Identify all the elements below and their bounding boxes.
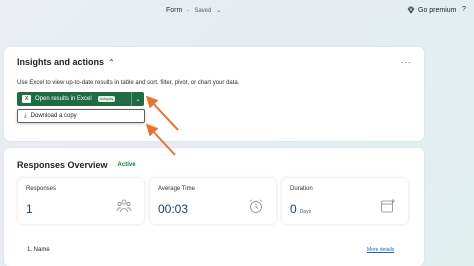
stat-unit: Days (299, 209, 312, 215)
more-details-link[interactable]: More details (367, 247, 394, 253)
more-options-button[interactable]: ... (401, 55, 412, 65)
title-separator: - (187, 7, 190, 14)
stat-label: Responses (26, 186, 57, 192)
top-bar: Form - Saved ⌄ Go premium ? (0, 0, 474, 24)
open-in-excel-label: Open results in Excel (35, 96, 92, 102)
open-in-excel-split-button: X Open results in Excel Autoplay ⌄ (17, 92, 144, 106)
insights-description: Use Excel to view up-to-date results in … (17, 80, 240, 86)
download-copy-menu-item[interactable]: ⤓ Download a copy (17, 109, 145, 123)
responses-header: Responses Overview Active (17, 160, 136, 170)
duration-stat-card: Duration 0 Days (282, 178, 408, 224)
calendar-add-icon (381, 199, 395, 213)
status-badge: Active (117, 162, 136, 168)
stat-label: Duration (290, 186, 313, 192)
stat-value: 0 Days (290, 202, 312, 216)
help-button[interactable]: ? (462, 6, 466, 13)
chevron-up-icon[interactable]: ⌃ (108, 58, 115, 67)
diamond-icon (407, 6, 415, 14)
download-icon: ⤓ (24, 112, 27, 119)
excel-options-dropdown-button[interactable]: ⌄ (131, 92, 144, 106)
open-in-excel-button[interactable]: X Open results in Excel Autoplay (17, 92, 131, 106)
form-title: Form (166, 7, 183, 14)
insights-header[interactable]: Insights and actions ⌃ (17, 57, 115, 67)
excel-badge: Autoplay (97, 96, 116, 102)
alarm-clock-icon (249, 199, 263, 213)
insights-card: Insights and actions ⌃ ... Use Excel to … (4, 47, 424, 141)
responses-stat-card: Responses 1 (18, 178, 144, 224)
insights-title: Insights and actions (17, 57, 105, 67)
question-title: 1. Name (27, 247, 50, 253)
chevron-down-icon[interactable]: ⌄ (216, 7, 221, 14)
stat-value: 00:03 (158, 202, 189, 216)
stat-value: 1 (26, 202, 33, 216)
go-premium-button[interactable]: Go premium (407, 6, 457, 14)
responses-overview-card: Responses Overview Active Responses 1 Av… (4, 148, 424, 266)
chevron-down-icon: ⌄ (135, 96, 141, 103)
document-title-area[interactable]: Form - Saved ⌄ (166, 7, 221, 14)
average-time-stat-card: Average Time 00:03 (150, 178, 276, 224)
responses-title: Responses Overview (17, 160, 108, 170)
excel-icon: X (22, 95, 31, 103)
save-status: Saved (194, 7, 212, 14)
people-icon (116, 199, 132, 213)
go-premium-label: Go premium (418, 6, 457, 14)
download-copy-label: Download a copy (30, 113, 77, 119)
stat-label: Average Time (158, 186, 195, 192)
